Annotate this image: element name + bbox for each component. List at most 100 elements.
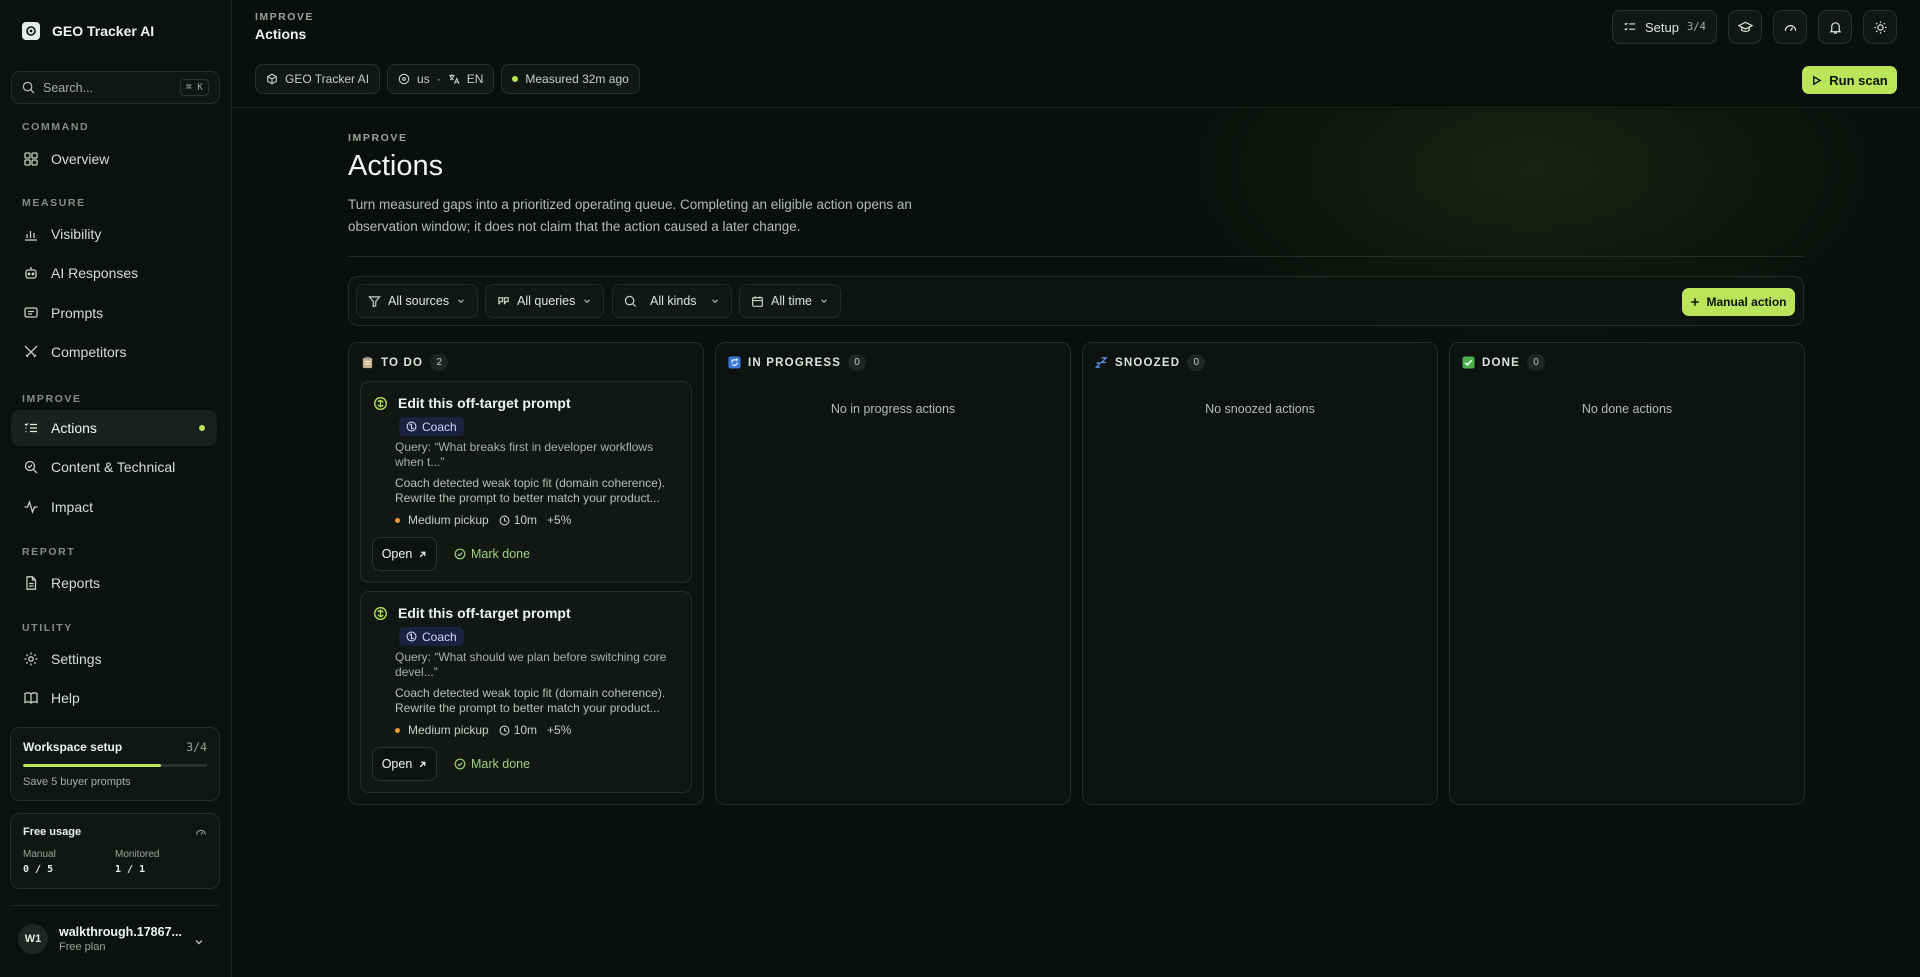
workspace-setup-card[interactable]: Workspace setup 3/4 Save 5 buyer prompts — [10, 727, 220, 801]
empty-state: No in progress actions — [830, 402, 956, 416]
clipboard-icon — [360, 356, 374, 370]
sidebar-item-reports[interactable]: Reports — [11, 565, 217, 601]
user-name: walkthrough.17867... — [59, 925, 182, 939]
run-scan-label: Run scan — [1829, 72, 1888, 88]
project-chip-label: GEO Tracker AI — [285, 72, 370, 86]
globe-icon — [398, 73, 410, 85]
main-content: IMPROVE Actions Turn measured gaps into … — [233, 109, 1920, 977]
plus-icon — [1690, 297, 1700, 307]
open-button-label: Open — [381, 757, 413, 771]
action-card[interactable]: Edit this off-target prompt Coach Query:… — [360, 591, 692, 793]
mark-done-button[interactable]: Mark done — [454, 757, 530, 771]
action-card[interactable]: Edit this off-target prompt Coach Query:… — [360, 381, 692, 583]
theme-toggle-button[interactable] — [1863, 10, 1897, 44]
search-shortcut: ⌘ K — [179, 79, 209, 96]
project-icon — [266, 73, 278, 85]
card-query: Query: “What should we plan before switc… — [395, 650, 667, 679]
chevron-down-icon — [456, 296, 466, 306]
column-title: SNOOZED — [1115, 356, 1181, 369]
sidebar-item-label: Help — [51, 690, 80, 706]
pickup-label: Medium pickup — [408, 513, 489, 527]
page-description: Turn measured gaps into a prioritized op… — [348, 197, 912, 234]
sidebar-item-label: AI Responses — [51, 265, 139, 281]
book-icon — [23, 690, 39, 706]
time-filter[interactable]: All time — [739, 284, 841, 318]
coach-badge: Coach — [399, 627, 464, 646]
free-usage-card: Free usage Manual 0 / 5 Monitored 1 / 1 — [10, 813, 220, 889]
sun-icon — [1873, 20, 1888, 35]
sidebar-item-ai-responses[interactable]: AI Responses — [11, 255, 217, 291]
user-plan: Free plan — [59, 941, 106, 953]
sidebar-item-overview[interactable]: Overview — [11, 141, 217, 177]
usage-monitored-label: Monitored — [115, 849, 160, 860]
breadcrumb-title: Actions — [255, 26, 307, 42]
context-chips: GEO Tracker AI us · EN Measured 32m ago — [255, 64, 640, 94]
quote-icon — [497, 295, 510, 308]
mark-done-button[interactable]: Mark done — [454, 547, 530, 561]
workspace-setup-subtitle: Save 5 buyer prompts — [23, 776, 131, 788]
chevron-down-icon — [582, 296, 592, 306]
column-title: DONE — [1482, 356, 1521, 369]
section-label-improve: IMPROVE — [22, 393, 82, 405]
graduation-cap-icon — [1737, 20, 1753, 35]
sidebar-item-label: Impact — [51, 499, 94, 515]
bot-icon — [23, 265, 39, 281]
sidebar-item-actions[interactable]: Actions — [11, 410, 217, 446]
sidebar-item-visibility[interactable]: Visibility — [11, 216, 217, 252]
mark-done-label: Mark done — [471, 757, 531, 771]
sources-filter-label: All sources — [388, 294, 450, 308]
sidebar-item-prompts[interactable]: Prompts — [11, 295, 217, 331]
page-title: Actions — [348, 150, 444, 182]
user-menu[interactable]: W1 walkthrough.17867... Free plan — [18, 924, 182, 954]
time-filter-label: All time — [771, 294, 812, 308]
language-icon — [448, 73, 460, 85]
open-button[interactable]: Open — [372, 747, 437, 781]
sidebar-item-help[interactable]: Help — [11, 680, 217, 716]
sidebar-item-content-technical[interactable]: Content & Technical — [11, 449, 217, 485]
chevron-down-icon[interactable] — [193, 936, 205, 948]
usage-manual-label: Manual — [23, 849, 56, 860]
mark-done-label: Mark done — [471, 547, 531, 561]
chevron-down-icon — [819, 296, 829, 306]
check-circle-icon — [454, 758, 466, 770]
sidebar-item-label: Reports — [51, 575, 101, 591]
brand[interactable]: GEO Tracker AI — [22, 22, 154, 40]
usage-button[interactable] — [1773, 10, 1807, 44]
learn-button[interactable] — [1728, 10, 1762, 44]
external-link-icon — [418, 760, 427, 769]
card-title: Edit this off-target prompt — [398, 395, 571, 411]
sidebar-item-competitors[interactable]: Competitors — [11, 334, 217, 370]
search-input[interactable]: Search... ⌘ K — [11, 71, 220, 104]
measured-label: Measured 32m ago — [525, 72, 629, 86]
run-scan-button[interactable]: Run scan — [1802, 66, 1897, 94]
queries-filter[interactable]: All queries — [485, 284, 605, 318]
sources-filter[interactable]: All sources — [356, 284, 479, 318]
sidebar-item-impact[interactable]: Impact — [11, 489, 217, 525]
time-estimate: 10m — [513, 723, 538, 737]
column-in-progress: IN PROGRESS 0 No in progress actions — [715, 342, 1071, 805]
checklist-icon — [1623, 20, 1637, 34]
project-chip[interactable]: GEO Tracker AI — [255, 64, 381, 94]
open-button[interactable]: Open — [372, 537, 437, 571]
setup-button[interactable]: Setup 3/4 — [1612, 10, 1717, 44]
status-dot — [512, 76, 519, 82]
sidebar-item-label: Actions — [51, 420, 97, 436]
file-icon — [23, 575, 39, 591]
pickup-label: Medium pickup — [408, 723, 489, 737]
region-label: us — [417, 72, 430, 86]
sidebar-item-settings[interactable]: Settings — [11, 641, 217, 677]
sidebar: GEO Tracker AI Search... ⌘ K COMMAND Ove… — [0, 0, 232, 977]
kinds-filter[interactable]: All kinds — [612, 284, 732, 318]
coach-icon — [406, 631, 417, 642]
locale-chip[interactable]: us · EN — [387, 64, 495, 94]
card-title: Edit this off-target prompt — [398, 605, 571, 621]
time-estimate: 10m — [513, 513, 538, 527]
sidebar-item-label: Competitors — [51, 344, 127, 360]
clock-icon — [499, 515, 510, 526]
logo-icon — [22, 22, 40, 40]
manual-action-button[interactable]: Manual action — [1682, 288, 1795, 316]
card-meta: Medium pickup 10m +5% — [395, 723, 571, 737]
brain-icon — [373, 396, 388, 411]
workspace-setup-count: 3/4 — [186, 740, 207, 754]
notifications-button[interactable] — [1818, 10, 1852, 44]
